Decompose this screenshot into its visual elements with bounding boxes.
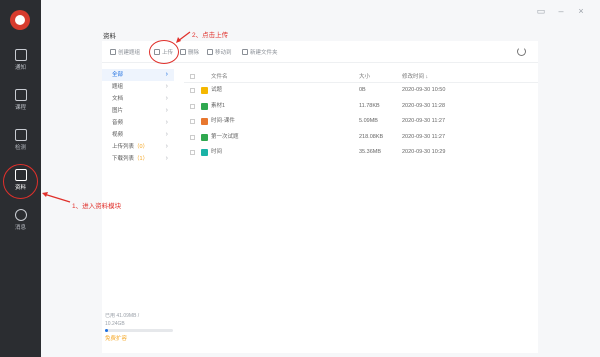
- column-name[interactable]: 文件名: [211, 71, 228, 83]
- page-title: 资料: [103, 33, 116, 40]
- chevron-right-icon: ›: [165, 155, 168, 162]
- move-button[interactable]: 移动到: [207, 47, 232, 57]
- category-download-list[interactable]: 下载列表（1） ›: [102, 153, 174, 165]
- chevron-right-icon: ›: [165, 107, 168, 114]
- close-icon[interactable]: ×: [576, 6, 586, 16]
- ppt-file-icon: [201, 118, 208, 125]
- category-audio[interactable]: 音频 ›: [102, 117, 174, 129]
- folder-plus-icon: [242, 49, 248, 55]
- highlight-circle-materials: [3, 164, 38, 199]
- free-expand-link[interactable]: 免费扩容: [105, 334, 182, 342]
- row-checkbox[interactable]: [190, 119, 195, 124]
- arrowhead-step1: [42, 192, 48, 197]
- chevron-right-icon: ›: [165, 143, 168, 150]
- materials-panel: 创建题组 上传 删除 移动到 新建文件夹 全部 › 题组 › 文档 › 图片 › 音频 ›…: [102, 41, 538, 353]
- category-video[interactable]: 视频 ›: [102, 129, 174, 141]
- image-file-icon: [201, 102, 208, 110]
- category-question-groups[interactable]: 题组 ›: [102, 81, 174, 93]
- table-row[interactable]: 第一次试题 218.08KB 2020-09-30 11:27: [184, 130, 538, 146]
- category-documents[interactable]: 文档 ›: [102, 93, 174, 105]
- table-row[interactable]: 时间-课件 5.09MB 2020-09-30 11:27: [184, 114, 538, 130]
- category-list: 全部 › 题组 › 文档 › 图片 › 音频 › 视频 › 上传列表（0） › 下载列表（1）…: [102, 69, 174, 165]
- minimize-icon[interactable]: –: [556, 6, 566, 16]
- chat-icon: [14, 209, 27, 221]
- storage-progress-fill: [105, 329, 108, 332]
- category-images[interactable]: 图片 ›: [102, 105, 174, 117]
- table-row[interactable]: 试题 0B 2020-09-30 10:50: [184, 83, 538, 99]
- column-date[interactable]: 修改时间 ↓: [402, 71, 428, 83]
- storage-progress-bar: [105, 329, 173, 332]
- arrow-step1: [43, 193, 71, 203]
- column-size[interactable]: 大小: [359, 71, 370, 83]
- folder-icon: [201, 87, 208, 94]
- chevron-right-icon: ›: [165, 71, 168, 78]
- restore-window-icon[interactable]: ▭: [536, 6, 546, 16]
- annotation-step1: 1、进入资料模块: [72, 203, 122, 210]
- row-checkbox[interactable]: [190, 103, 195, 109]
- new-folder-button[interactable]: 新建文件夹: [242, 47, 278, 57]
- book-icon: [14, 89, 27, 101]
- chevron-right-icon: ›: [165, 131, 168, 138]
- category-upload-list[interactable]: 上传列表（0） ›: [102, 141, 174, 153]
- create-group-button[interactable]: 创建题组: [110, 47, 140, 57]
- chevron-right-icon: ›: [165, 119, 168, 126]
- storage-used-text: 已用 41.09MB /: [105, 313, 140, 319]
- delete-button[interactable]: 删除: [180, 47, 199, 57]
- rail-item-message[interactable]: 消息: [0, 206, 41, 238]
- highlight-circle-upload: [149, 40, 179, 64]
- video-file-icon: [201, 149, 208, 156]
- storage-total-text: 10.24GB: [105, 321, 125, 327]
- chevron-right-icon: ›: [165, 83, 168, 90]
- rail-item-notice[interactable]: 通知: [0, 46, 41, 78]
- category-all[interactable]: 全部 ›: [102, 69, 174, 81]
- arrow-step2: [177, 31, 191, 42]
- table-row[interactable]: 素材1 11.78KB 2020-09-30 11:28: [184, 99, 538, 115]
- grid-icon: [110, 49, 116, 55]
- move-icon: [207, 49, 213, 55]
- bar-chart-icon: [14, 129, 27, 141]
- file-table: 文件名 大小 修改时间 ↓ 试题 0B 2020-09-30 10:50 素材1…: [184, 71, 538, 161]
- trash-icon: [180, 49, 186, 55]
- chevron-right-icon: ›: [165, 95, 168, 102]
- app-logo: [10, 10, 30, 30]
- table-header: 文件名 大小 修改时间 ↓: [184, 71, 538, 83]
- rail-item-course[interactable]: 课程: [0, 86, 41, 118]
- image-file-icon: [201, 133, 208, 141]
- storage-usage: 已用 41.09MB / 10.24GB 免费扩容: [102, 312, 182, 342]
- refresh-icon[interactable]: [517, 47, 526, 56]
- row-checkbox[interactable]: [190, 88, 195, 93]
- rail-item-check[interactable]: 检测: [0, 126, 41, 158]
- row-checkbox[interactable]: [190, 134, 195, 140]
- calendar-icon: [14, 49, 27, 61]
- table-row[interactable]: 时间 35.36MB 2020-09-30 10:29: [184, 145, 538, 161]
- select-all-checkbox[interactable]: [190, 74, 195, 79]
- row-checkbox[interactable]: [190, 150, 195, 155]
- annotation-step2: 2、点击上传: [192, 32, 229, 39]
